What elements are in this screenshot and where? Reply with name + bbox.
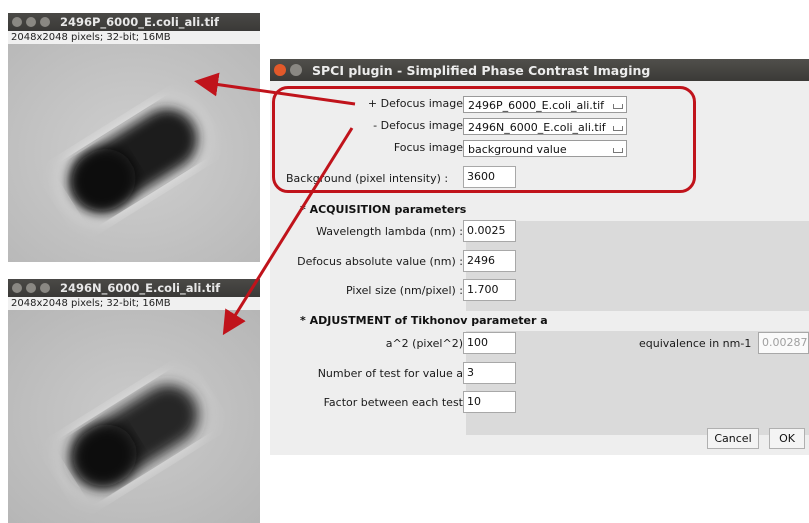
image-info: 2048x2048 pixels; 32-bit; 16MB — [8, 297, 260, 310]
maximize-icon[interactable] — [40, 283, 50, 293]
wavelength-input[interactable]: 0.0025 — [463, 220, 516, 242]
focus-image-value: background value — [468, 143, 567, 156]
ok-button[interactable]: OK — [769, 428, 805, 449]
factor-label: Factor between each test — [323, 396, 463, 409]
adjustment-heading: * ADJUSTMENT of Tikhonov parameter a — [300, 314, 548, 327]
plus-defocus-label: + Defocus image — [367, 97, 463, 110]
defocus-absolute-label: Defocus absolute value (nm) : — [297, 255, 463, 268]
acquisition-panel-bg — [466, 221, 809, 311]
bacterium-image — [8, 310, 260, 523]
dropdown-icon — [613, 148, 623, 153]
background-label: Background (pixel intensity) : — [286, 172, 449, 185]
dialog-title: SPCI plugin - Simplified Phase Contrast … — [312, 62, 651, 78]
minus-defocus-value: 2496N_6000_E.coli_ali.tif — [468, 121, 606, 134]
plus-defocus-select[interactable]: 2496P_6000_E.coli_ali.tif — [463, 96, 627, 113]
wavelength-label: Wavelength lambda (nm) : — [316, 225, 463, 238]
close-icon[interactable] — [12, 283, 22, 293]
dropdown-icon — [613, 104, 623, 109]
pixel-size-input[interactable]: 1.700 — [463, 279, 516, 301]
plus-defocus-value: 2496P_6000_E.coli_ali.tif — [468, 99, 605, 112]
image-window-titlebar[interactable]: 2496P_6000_E.coli_ali.tif — [8, 13, 260, 31]
dialog-titlebar[interactable]: SPCI plugin - Simplified Phase Contrast … — [270, 59, 809, 81]
factor-input[interactable]: 10 — [463, 391, 516, 413]
acquisition-heading: * ACQUISITION parameters — [300, 203, 467, 216]
image-window-title: 2496P_6000_E.coli_ali.tif — [60, 15, 219, 29]
bacterium-image — [8, 44, 260, 262]
minimize-icon[interactable] — [26, 283, 36, 293]
minimize-icon[interactable] — [26, 17, 36, 27]
num-test-label: Number of test for value a — [317, 367, 463, 380]
close-icon[interactable] — [12, 17, 22, 27]
a2-input[interactable]: 100 — [463, 332, 516, 354]
minus-defocus-label: - Defocus image — [373, 119, 463, 132]
pixel-size-label: Pixel size (nm/pixel) : — [346, 284, 463, 297]
maximize-icon[interactable] — [40, 17, 50, 27]
dropdown-icon — [613, 126, 623, 131]
focus-image-select[interactable]: background value — [463, 140, 627, 157]
image-window-negative-defocus[interactable]: 2496N_6000_E.coli_ali.tif 2048x2048 pixe… — [8, 279, 260, 523]
micrograph-image — [8, 310, 260, 523]
image-info: 2048x2048 pixels; 32-bit; 16MB — [8, 31, 260, 44]
equivalence-input: 0.00287 — [758, 332, 809, 354]
minus-defocus-select[interactable]: 2496N_6000_E.coli_ali.tif — [463, 118, 627, 135]
a2-label: a^2 (pixel^2) — [385, 337, 463, 350]
defocus-absolute-input[interactable]: 2496 — [463, 250, 516, 272]
image-window-positive-defocus[interactable]: 2496P_6000_E.coli_ali.tif 2048x2048 pixe… — [8, 13, 260, 262]
equivalence-label: equivalence in nm-1 — [639, 337, 752, 350]
image-window-title: 2496N_6000_E.coli_ali.tif — [60, 281, 221, 295]
close-icon[interactable] — [274, 64, 286, 76]
cancel-button[interactable]: Cancel — [707, 428, 759, 449]
image-window-titlebar[interactable]: 2496N_6000_E.coli_ali.tif — [8, 279, 260, 297]
background-input[interactable]: 3600 — [463, 166, 516, 188]
spci-plugin-dialog[interactable]: SPCI plugin - Simplified Phase Contrast … — [270, 59, 809, 455]
minimize-icon[interactable] — [290, 64, 302, 76]
focus-image-label: Focus image — [393, 141, 463, 154]
num-test-input[interactable]: 3 — [463, 362, 516, 384]
micrograph-image — [8, 44, 260, 262]
